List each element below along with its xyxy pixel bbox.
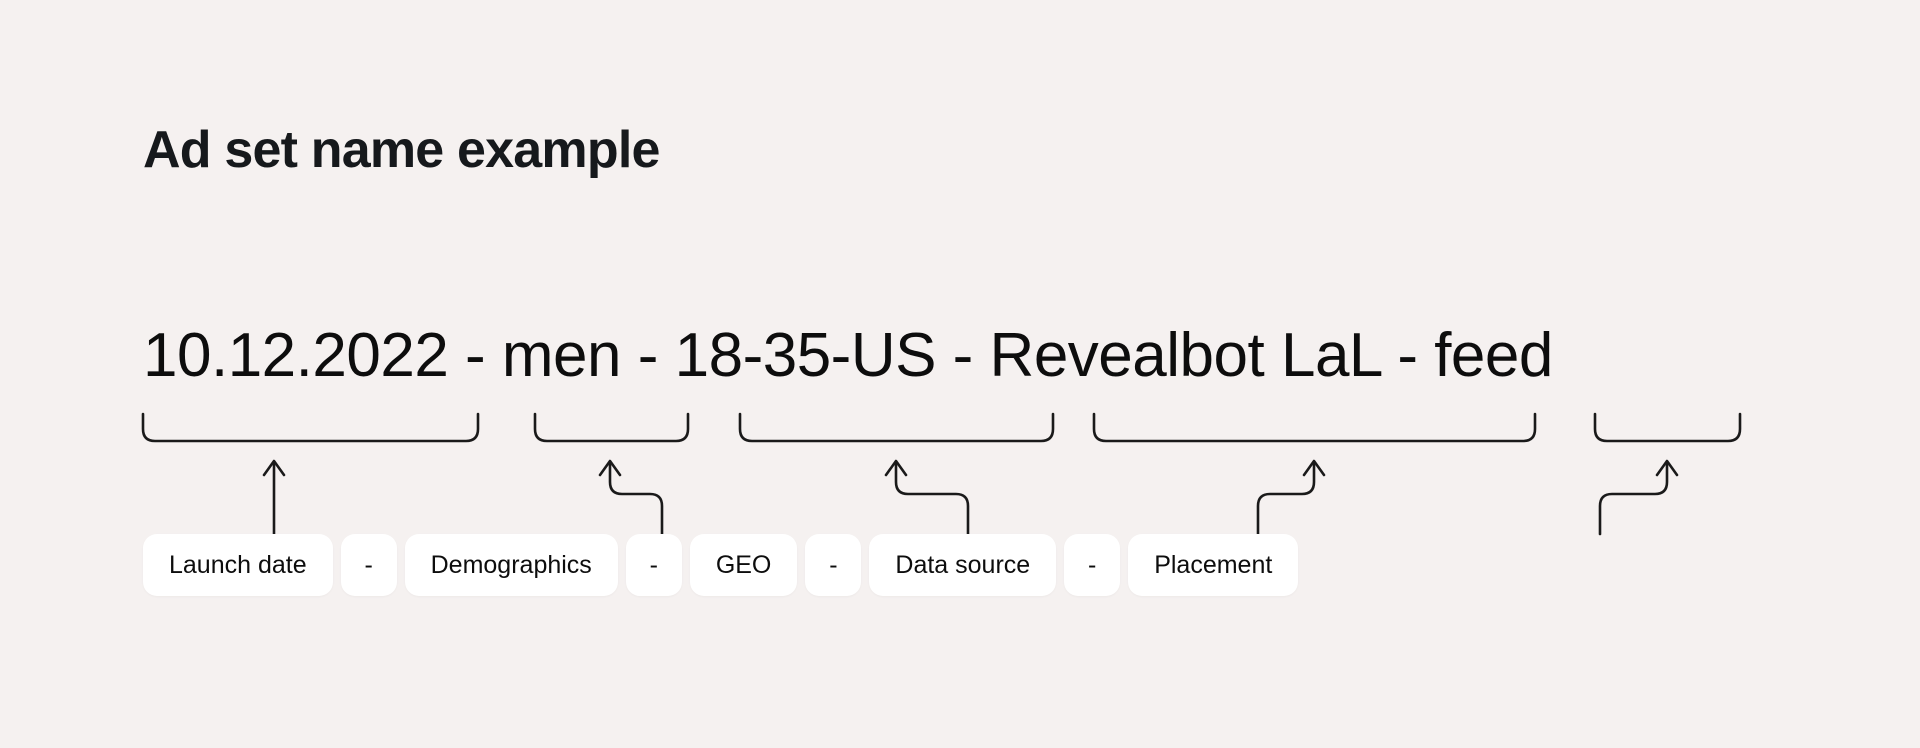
legend-separator-label: - bbox=[364, 550, 373, 579]
arrow-data-source bbox=[1256, 461, 1316, 536]
legend-separator-3: - bbox=[805, 534, 862, 596]
arrow-demographics bbox=[608, 461, 664, 536]
arrow-geo bbox=[894, 461, 970, 536]
legend-pill-label: Demographics bbox=[430, 550, 592, 579]
legend-separator-label: - bbox=[829, 550, 838, 579]
legend-pill-label: Data source bbox=[895, 550, 1031, 579]
arrowhead-launch-date bbox=[262, 459, 286, 477]
legend-pill-data-source[interactable]: Data source bbox=[869, 534, 1057, 596]
legend-separator-2: - bbox=[625, 534, 682, 596]
legend-separator-label: - bbox=[649, 550, 658, 579]
legend-separator-1: - bbox=[340, 534, 397, 596]
legend-separator-label: - bbox=[1088, 550, 1097, 579]
arrowhead-demographics bbox=[598, 459, 622, 477]
legend-pill-label: Placement bbox=[1154, 550, 1273, 579]
diagram-canvas: Ad set name example 10.12.2022 - men - 1… bbox=[0, 0, 1920, 748]
brace-demographics bbox=[533, 412, 690, 443]
arrowhead-geo bbox=[884, 459, 908, 477]
brace-launch-date bbox=[141, 412, 480, 443]
arrowhead-placement bbox=[1655, 459, 1679, 477]
page-title: Ad set name example bbox=[143, 121, 660, 179]
legend-pill-demographics[interactable]: Demographics bbox=[404, 534, 618, 596]
arrowhead-data-source bbox=[1302, 459, 1326, 477]
brace-geo bbox=[738, 412, 1055, 443]
arrow-placement bbox=[1598, 461, 1669, 536]
legend-pill-label: Launch date bbox=[169, 550, 307, 579]
legend-pill-geo[interactable]: GEO bbox=[689, 534, 798, 596]
legend-pill-row: Launch date - Demographics - GEO - Data … bbox=[143, 534, 1299, 596]
brace-data-source bbox=[1092, 412, 1537, 443]
brace-placement bbox=[1593, 412, 1742, 443]
legend-separator-4: - bbox=[1064, 534, 1121, 596]
legend-pill-placement[interactable]: Placement bbox=[1128, 534, 1299, 596]
legend-pill-launch-date[interactable]: Launch date bbox=[143, 534, 333, 596]
ad-set-name-example-string: 10.12.2022 - men - 18-35-US - Revealbot … bbox=[143, 321, 1553, 390]
legend-pill-label: GEO bbox=[715, 550, 772, 579]
